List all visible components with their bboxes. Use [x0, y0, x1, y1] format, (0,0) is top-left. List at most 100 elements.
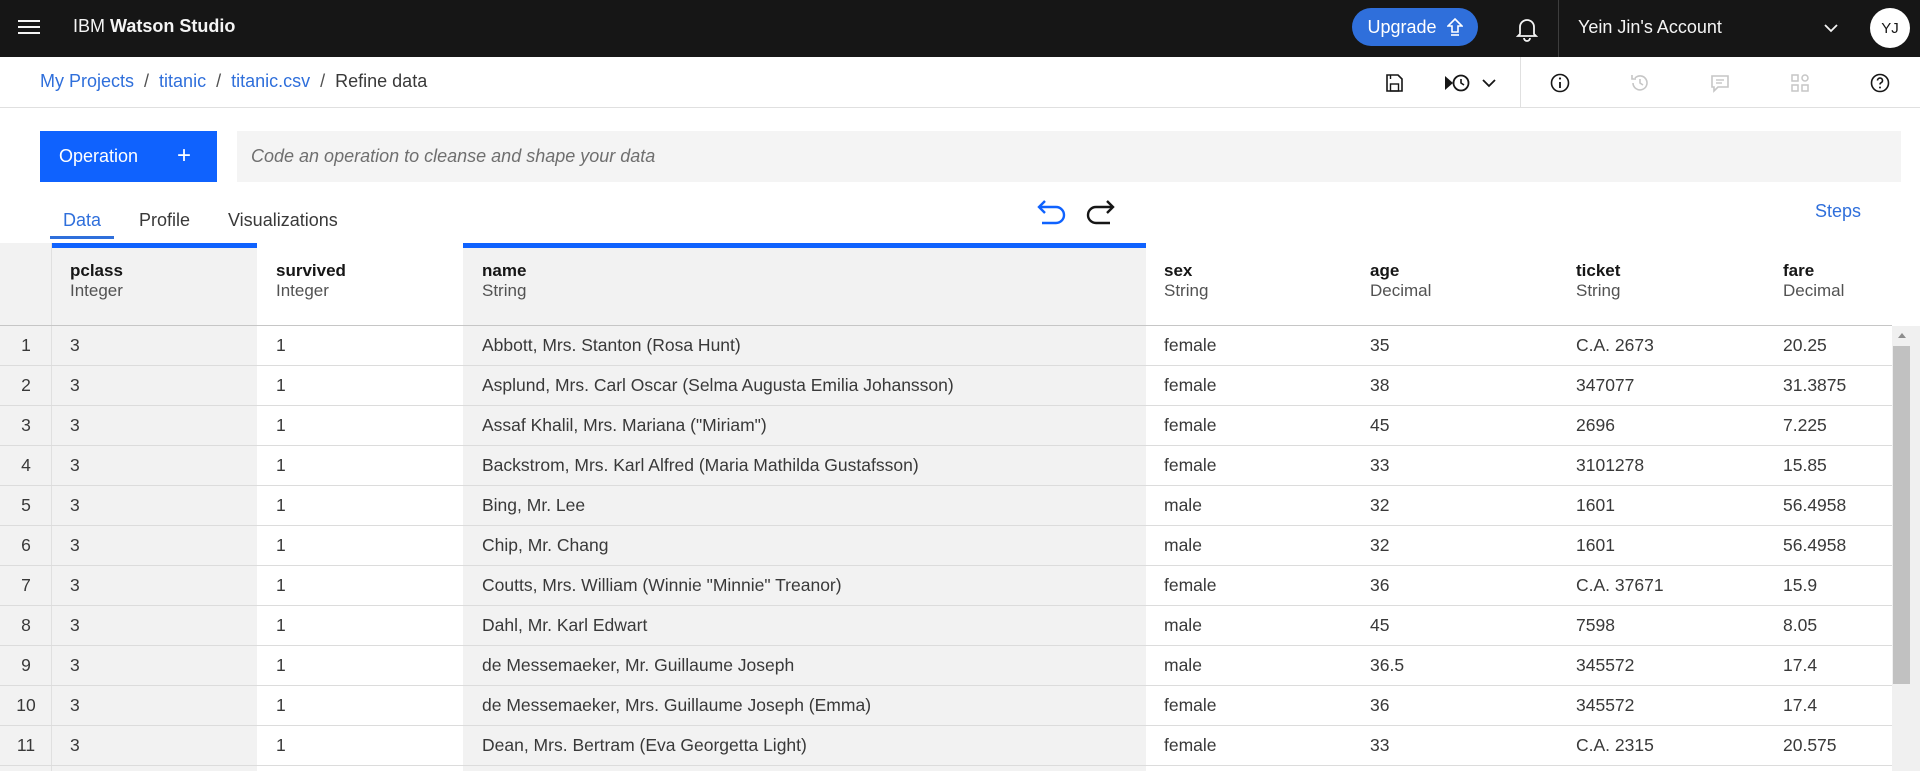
table-cell-age[interactable]: 36.5 [1370, 655, 1404, 676]
table-cell-sex[interactable]: female [1164, 735, 1217, 756]
table-row[interactable]: 4 3 1 Backstrom, Mrs. Karl Alfred (Maria Ma… [0, 446, 1892, 486]
table-cell-sex[interactable]: female [1164, 575, 1217, 596]
table-cell-fare[interactable]: 17.4 [1783, 655, 1817, 676]
column-header-survived[interactable]: survived Integer [276, 261, 346, 301]
table-cell-name[interactable]: Dahl, Mr. Karl Edwart [482, 615, 647, 636]
hamburger-icon[interactable] [18, 16, 44, 40]
table-cell-survived[interactable]: 1 [276, 495, 286, 516]
table-cell-age[interactable]: 32 [1370, 535, 1389, 556]
column-header-ticket[interactable]: ticket String [1576, 261, 1620, 301]
run-history-icon[interactable] [1443, 71, 1473, 95]
table-cell-fare[interactable]: 17.4 [1783, 695, 1817, 716]
table-cell-ticket[interactable]: 1601 [1576, 495, 1615, 516]
table-cell-fare[interactable]: 31.3875 [1783, 375, 1846, 396]
table-cell-pclass[interactable]: 3 [70, 415, 80, 436]
table-cell-name[interactable]: Assaf Khalil, Mrs. Mariana ("Miriam") [482, 415, 767, 436]
chevron-down-icon[interactable] [1479, 71, 1499, 95]
table-cell-name[interactable]: Bing, Mr. Lee [482, 495, 585, 516]
column-header-name[interactable]: name String [482, 261, 526, 301]
table-cell-survived[interactable]: 1 [276, 535, 286, 556]
operation-command-input[interactable] [237, 131, 1901, 182]
help-icon[interactable] [1868, 71, 1892, 95]
table-row[interactable]: 9 3 1 de Messemaeker, Mr. Guillaume Joseph m… [0, 646, 1892, 686]
table-row[interactable]: 1 3 1 Abbott, Mrs. Stanton (Rosa Hunt) femal… [0, 326, 1892, 366]
table-cell-ticket[interactable]: 345572 [1576, 695, 1634, 716]
table-row[interactable]: 8 3 1 Dahl, Mr. Karl Edwart male 45 7598 8.05 [0, 606, 1892, 646]
table-cell-sex[interactable]: male [1164, 615, 1202, 636]
table-cell-pclass[interactable]: 3 [70, 455, 80, 476]
table-cell-survived[interactable]: 1 [276, 375, 286, 396]
table-cell-age[interactable]: 32 [1370, 495, 1389, 516]
table-cell-pclass[interactable]: 3 [70, 655, 80, 676]
avatar[interactable]: YJ [1870, 8, 1910, 48]
table-cell-survived[interactable]: 1 [276, 335, 286, 356]
table-row[interactable]: 11 3 1 Dean, Mrs. Bertram (Eva Georgetta Li… [0, 726, 1892, 766]
table-cell-age[interactable]: 45 [1370, 615, 1389, 636]
table-row[interactable]: 10 3 1 de Messemaeker, Mrs. Guillaume Josep… [0, 686, 1892, 726]
table-cell-sex[interactable]: male [1164, 495, 1202, 516]
table-cell-name[interactable]: Backstrom, Mrs. Karl Alfred (Maria Mathi… [482, 455, 919, 476]
table-cell-fare[interactable]: 7.225 [1783, 415, 1827, 436]
table-cell-sex[interactable]: female [1164, 335, 1217, 356]
table-cell-pclass[interactable]: 3 [70, 535, 80, 556]
table-cell-ticket[interactable]: C.A. 2673 [1576, 335, 1654, 356]
table-cell-fare[interactable]: 20.575 [1783, 735, 1837, 756]
table-cell-ticket[interactable]: 1601 [1576, 535, 1615, 556]
steps-link[interactable]: Steps [1815, 201, 1861, 222]
table-row[interactable]: 6 3 1 Chip, Mr. Chang male 32 1601 56.4958 [0, 526, 1892, 566]
table-cell-age[interactable]: 36 [1370, 575, 1389, 596]
table-cell-survived[interactable]: 1 [276, 735, 286, 756]
table-cell-pclass[interactable]: 3 [70, 695, 80, 716]
table-cell-sex[interactable]: female [1164, 695, 1217, 716]
table-row[interactable]: 3 3 1 Assaf Khalil, Mrs. Mariana ("Miriam")… [0, 406, 1892, 446]
redo-icon[interactable] [1084, 197, 1122, 229]
table-cell-name[interactable]: Chip, Mr. Chang [482, 535, 608, 556]
table-cell-pclass[interactable]: 3 [70, 575, 80, 596]
table-cell-age[interactable]: 33 [1370, 735, 1389, 756]
table-cell-ticket[interactable]: C.A. 2315 [1576, 735, 1654, 756]
table-cell-survived[interactable]: 1 [276, 575, 286, 596]
table-cell-pclass[interactable]: 3 [70, 615, 80, 636]
table-cell-sex[interactable]: male [1164, 535, 1202, 556]
table-cell-name[interactable]: Dean, Mrs. Bertram (Eva Georgetta Light) [482, 735, 807, 756]
table-cell-sex[interactable]: female [1164, 455, 1217, 476]
table-cell-age[interactable]: 36 [1370, 695, 1389, 716]
table-cell-survived[interactable]: 1 [276, 415, 286, 436]
table-cell-fare[interactable]: 15.9 [1783, 575, 1817, 596]
table-cell-age[interactable]: 45 [1370, 415, 1389, 436]
table-cell-survived[interactable]: 1 [276, 455, 286, 476]
breadcrumb-my-projects[interactable]: My Projects [40, 71, 134, 92]
column-header-sex[interactable]: sex String [1164, 261, 1208, 301]
tab-visualizations[interactable]: Visualizations [228, 210, 338, 231]
table-cell-age[interactable]: 35 [1370, 335, 1389, 356]
scroll-up-arrow-icon[interactable] [1895, 329, 1909, 341]
table-cell-sex[interactable]: male [1164, 655, 1202, 676]
info-icon[interactable] [1548, 71, 1572, 95]
table-cell-sex[interactable]: female [1164, 375, 1217, 396]
table-cell-ticket[interactable]: 3101278 [1576, 455, 1644, 476]
column-header-pclass[interactable]: pclass Integer [70, 261, 123, 301]
table-cell-age[interactable]: 38 [1370, 375, 1389, 396]
table-row[interactable]: 2 3 1 Asplund, Mrs. Carl Oscar (Selma Augus… [0, 366, 1892, 406]
table-cell-sex[interactable]: female [1164, 415, 1217, 436]
table-cell-fare[interactable]: 15.85 [1783, 455, 1827, 476]
table-cell-ticket[interactable]: 347077 [1576, 375, 1634, 396]
table-cell-ticket[interactable]: 2696 [1576, 415, 1615, 436]
product-brand[interactable]: IBM Watson Studio [73, 16, 235, 37]
table-cell-survived[interactable]: 1 [276, 655, 286, 676]
table-row[interactable]: 5 3 1 Bing, Mr. Lee male 32 1601 56.4958 [0, 486, 1892, 526]
column-header-fare[interactable]: fare Decimal [1783, 261, 1844, 301]
account-switcher[interactable]: Yein Jin's Account [1578, 17, 1722, 38]
table-cell-survived[interactable]: 1 [276, 615, 286, 636]
table-cell-ticket[interactable]: 345572 [1576, 655, 1634, 676]
column-header-age[interactable]: age Decimal [1370, 261, 1431, 301]
table-cell-pclass[interactable]: 3 [70, 375, 80, 396]
table-cell-name[interactable]: Abbott, Mrs. Stanton (Rosa Hunt) [482, 335, 741, 356]
table-cell-name[interactable]: de Messemaeker, Mrs. Guillaume Joseph (E… [482, 695, 871, 716]
table-cell-pclass[interactable]: 3 [70, 495, 80, 516]
save-icon[interactable] [1382, 71, 1406, 95]
table-cell-ticket[interactable]: C.A. 37671 [1576, 575, 1664, 596]
breadcrumb-project[interactable]: titanic [159, 71, 206, 92]
table-cell-survived[interactable]: 1 [276, 695, 286, 716]
table-cell-fare[interactable]: 8.05 [1783, 615, 1817, 636]
